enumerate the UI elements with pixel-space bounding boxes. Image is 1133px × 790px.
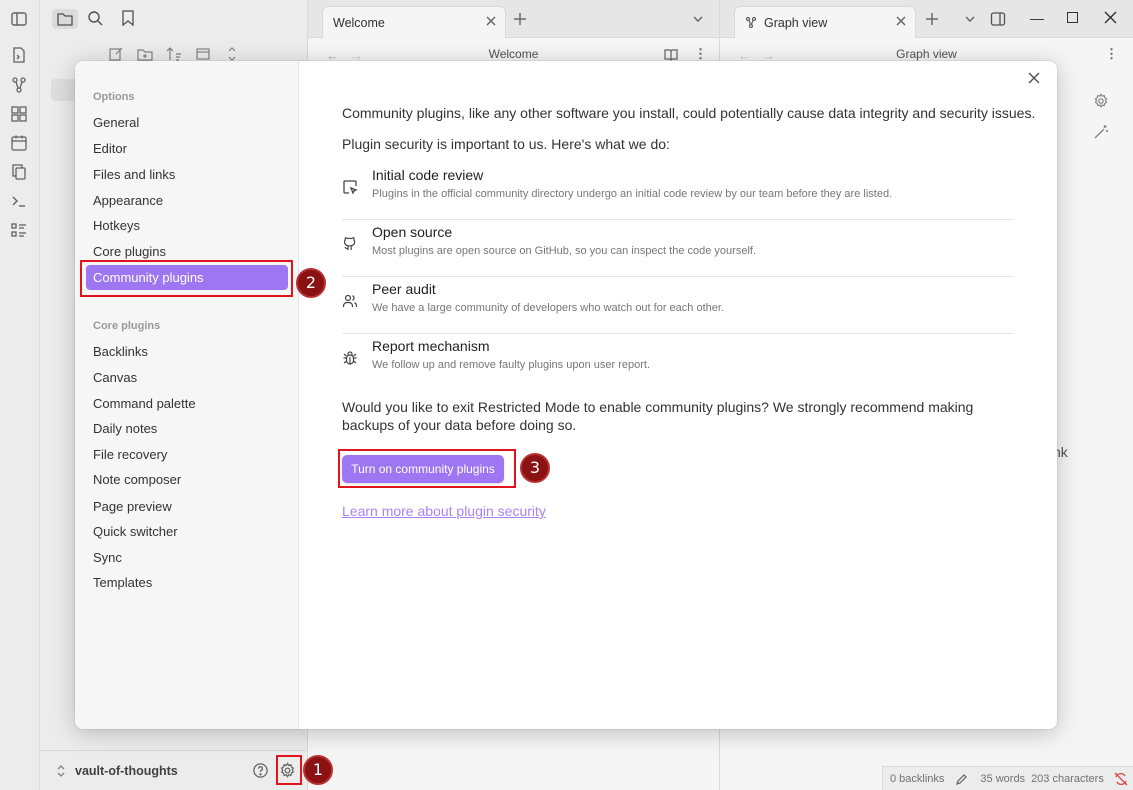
feature-title: Peer audit (372, 281, 436, 297)
feature-item: Initial code review Plugins in the offic… (342, 163, 1014, 220)
options-heading: Options (93, 91, 135, 103)
bug-icon (342, 350, 358, 366)
settings-item-daily-notes[interactable]: Daily notes (86, 416, 288, 441)
feature-title: Initial code review (372, 167, 484, 183)
highlight-box (276, 755, 302, 785)
settings-item-files-and-links[interactable]: Files and links (86, 162, 288, 187)
settings-item-sync[interactable]: Sync (86, 545, 288, 570)
github-icon (342, 236, 358, 252)
feature-description: We follow up and remove faulty plugins u… (372, 359, 651, 371)
settings-item-templates[interactable]: Templates (86, 570, 288, 595)
users-icon (342, 293, 358, 309)
intro-text: Community plugins, like any other softwa… (342, 105, 1036, 121)
settings-item-command-palette[interactable]: Command palette (86, 391, 288, 416)
step-badge-3: 3 (520, 453, 550, 483)
highlight-box (80, 260, 293, 297)
feature-title: Report mechanism (372, 338, 490, 354)
settings-item-hotkeys[interactable]: Hotkeys (86, 213, 288, 238)
close-icon[interactable] (1027, 71, 1043, 87)
feature-item: Peer audit We have a large community of … (342, 277, 1014, 334)
code-review-icon (342, 179, 358, 195)
settings-content: Community plugins, like any other softwa… (299, 61, 1057, 729)
settings-item-page-preview[interactable]: Page preview (86, 494, 288, 519)
step-badge-2: 2 (296, 268, 326, 298)
settings-item-appearance[interactable]: Appearance (86, 188, 288, 213)
feature-item: Report mechanism We follow up and remove… (342, 334, 1014, 391)
settings-item-note-composer[interactable]: Note composer (86, 467, 288, 492)
security-intro-text: Plugin security is important to us. Here… (342, 136, 670, 152)
feature-item: Open source Most plugins are open source… (342, 220, 1014, 277)
feature-description: Plugins in the official community direct… (372, 188, 893, 200)
settings-sidebar: Options General Editor Files and links A… (75, 61, 299, 729)
settings-item-backlinks[interactable]: Backlinks (86, 339, 288, 364)
learn-more-link[interactable]: Learn more about plugin security (342, 503, 546, 519)
feature-description: Most plugins are open source on GitHub, … (372, 245, 756, 257)
highlight-box (338, 449, 516, 488)
settings-modal: Options General Editor Files and links A… (75, 61, 1057, 729)
restricted-mode-question: Would you like to exit Restricted Mode t… (342, 399, 974, 433)
settings-item-quick-switcher[interactable]: Quick switcher (86, 519, 288, 544)
core-plugins-heading: Core plugins (93, 320, 161, 332)
settings-item-general[interactable]: General (86, 110, 288, 135)
step-badge-1: 1 (303, 755, 333, 785)
settings-item-canvas[interactable]: Canvas (86, 365, 288, 390)
feature-description: We have a large community of developers … (372, 302, 724, 314)
settings-item-editor[interactable]: Editor (86, 136, 288, 161)
settings-item-file-recovery[interactable]: File recovery (86, 442, 288, 467)
feature-title: Open source (372, 224, 453, 240)
